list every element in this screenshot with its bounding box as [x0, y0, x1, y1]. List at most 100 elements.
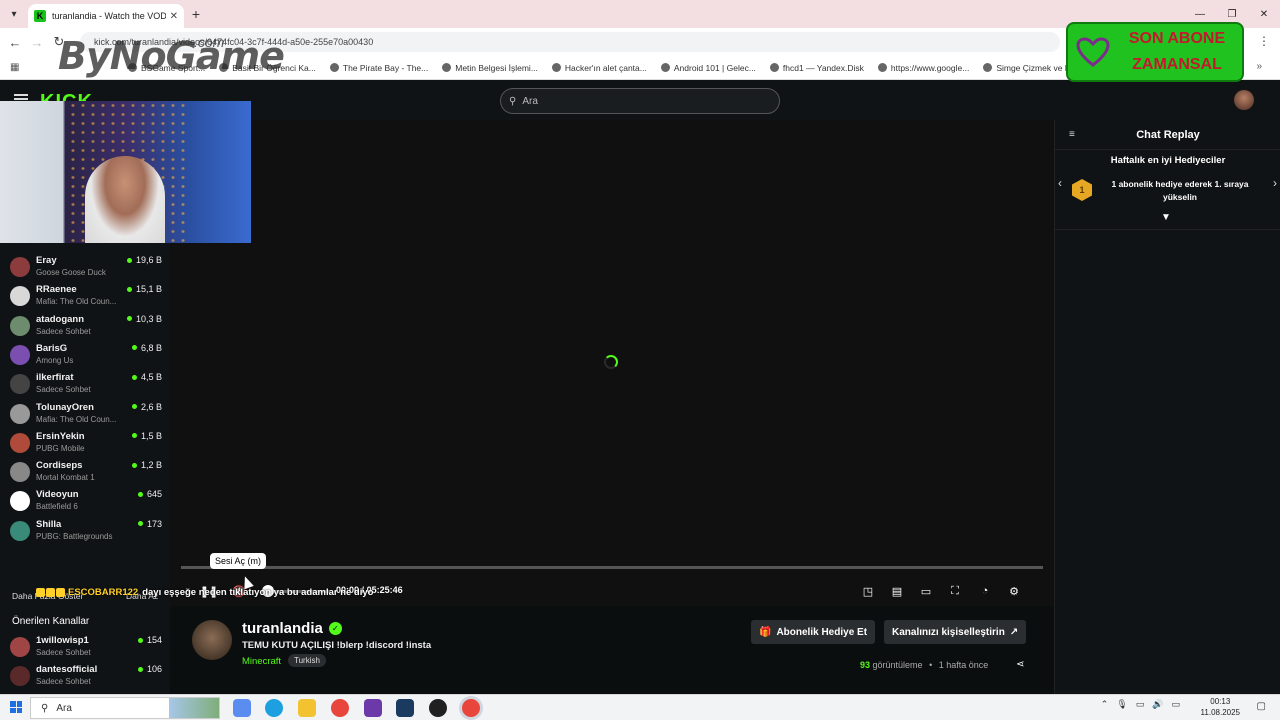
back-icon[interactable]: ← — [4, 35, 26, 50]
customize-channel-button[interactable]: Kanalınızı kişiselleştirin ↗ — [884, 620, 1027, 644]
video-player[interactable]: Sesi Aç (m) ❚❚ 🔇 00:00 / 05:25:46 ◳ ▤ ▭ … — [170, 120, 1054, 606]
channel-game: Mafia: The Old Coun... — [36, 297, 117, 307]
channel-avatar — [10, 403, 30, 424]
theater-mode-icon[interactable]: ▭ — [916, 581, 936, 601]
channel-avatar — [10, 286, 30, 307]
watermark-logo: ByNoGame — [58, 34, 285, 78]
channel-avatar[interactable] — [192, 620, 232, 660]
sidebar-channel-item[interactable]: Videoyun Battlefield 6 645 — [10, 487, 162, 516]
channel-game: Sadece Sohbet — [36, 326, 91, 336]
bookmark-item[interactable]: Metin Belgesi İşlemi... — [442, 63, 538, 73]
steam-icon[interactable] — [396, 699, 414, 717]
bookmark-item[interactable]: fhcd1 — Yandex.Disk — [769, 63, 864, 73]
bookmark-item[interactable]: Android 101 | Gelec... — [660, 63, 756, 73]
notification-icon[interactable]: ▢ — [1257, 701, 1266, 712]
channel-avatar — [10, 666, 30, 687]
chrome-active-icon[interactable] — [462, 699, 480, 717]
close-window-icon[interactable]: ✕ — [1248, 0, 1280, 28]
network-icon[interactable]: ▭ — [1136, 699, 1145, 710]
last-subscriber-widget: SON ABONE ZAMANSAL — [1066, 22, 1244, 82]
chevron-left-icon[interactable]: ‹ — [1058, 176, 1062, 190]
browser-menu-icon[interactable]: ⋮ — [1258, 34, 1270, 48]
overlay-chat-text: dayı eşşeğe neden tıklatıyon ya bu adaml… — [142, 587, 374, 598]
bookmark-item[interactable]: Hacker'ın alet çanta... — [551, 63, 647, 73]
search-input[interactable]: ⚲ Ara — [500, 88, 780, 114]
new-tab-icon[interactable]: + — [184, 6, 208, 22]
settings-gear-icon[interactable]: ⚙ — [1004, 581, 1024, 601]
speaker-icon[interactable]: 🔊 — [1152, 699, 1163, 710]
recommended-title: Önerilen Kanallar — [12, 616, 90, 627]
more-bookmarks-icon[interactable]: » — [1256, 61, 1262, 72]
browser-tab[interactable]: K turanlandia - Watch the VOD o ✕ — [28, 4, 184, 28]
sidebar-channel-item[interactable]: BarisG Among Us 6,8 B — [10, 341, 162, 370]
forward-icon[interactable]: → — [26, 35, 48, 50]
viewer-count: 154 — [137, 635, 162, 645]
sidebar-channel-item[interactable]: Cordiseps Mortal Kombat 1 1,2 B — [10, 458, 162, 487]
category-link[interactable]: Minecraft — [242, 656, 281, 667]
sidebar-channel-item[interactable]: atadogann Sadece Sohbet 10,3 B — [10, 312, 162, 341]
sidebar-channel-item[interactable]: 1willowisp1 Sadece Sohbet 154 — [10, 633, 162, 662]
overlay-chat-message: ESCOBARR122 dayı eşşeğe neden tıklatıyon… — [36, 587, 373, 598]
clock[interactable]: 00:13 11.08.2025 — [1201, 696, 1240, 718]
file-explorer-icon[interactable] — [298, 699, 316, 717]
channel-name: BarisG — [36, 342, 68, 354]
user-avatar[interactable] — [1234, 90, 1254, 110]
menu-icon[interactable] — [14, 94, 28, 96]
search-icon: ⚲ — [41, 702, 49, 714]
channel-info: turanlandia ✓ TEMU KUTU AÇILIŞI !blerp !… — [170, 606, 1054, 694]
sidebar-channel-item[interactable]: ilkerfirat Sadece Sohbet 4,5 B — [10, 370, 162, 399]
bookmark-icon — [329, 63, 339, 72]
sidebar-channel-item[interactable]: ErsinYekin PUBG Mobile 1,5 B — [10, 429, 162, 458]
channel-name[interactable]: turanlandia ✓ — [242, 620, 342, 637]
mini-player-icon[interactable]: ◳ — [858, 581, 878, 601]
live-dot-icon — [137, 666, 143, 672]
watermark-suffix: .com — [194, 34, 225, 50]
fullscreen-icon[interactable]: ⛶ — [945, 581, 965, 601]
channel-name: TolunayOren — [36, 401, 94, 413]
views-label: görüntüleme — [872, 660, 923, 670]
chevron-up-icon[interactable]: ⌃ — [1101, 699, 1109, 710]
live-dot-icon — [126, 316, 132, 322]
apps-grid-icon[interactable]: ▦ — [10, 62, 30, 73]
battery-icon[interactable]: ▭ — [1171, 699, 1180, 710]
playback-speed-icon[interactable]: ◔ — [975, 581, 995, 601]
chrome-icon[interactable] — [331, 699, 349, 717]
viewer-count: 1,2 B — [131, 460, 162, 470]
channel-name: atadogann — [36, 313, 85, 325]
seek-bar[interactable] — [181, 566, 1043, 569]
tab-search-icon[interactable]: ▾ — [0, 0, 28, 28]
bookmark-item[interactable]: https://www.google... — [877, 63, 969, 73]
bookmark-item[interactable]: The Pirate Bay - The... — [329, 63, 428, 73]
channel-avatar — [10, 344, 30, 365]
language-tag[interactable]: Turkish — [288, 654, 326, 667]
edge-icon[interactable] — [265, 699, 283, 717]
screen: ▾ K turanlandia - Watch the VOD o ✕ + — … — [0, 0, 1280, 720]
discord-icon[interactable] — [364, 699, 382, 717]
windows-start-icon[interactable] — [10, 701, 22, 713]
channel-name: ilkerfirat — [36, 372, 74, 384]
sidebar-channel-item[interactable]: TolunayOren Mafia: The Old Coun... 2,6 B — [10, 400, 162, 429]
sidebar-channel-item[interactable]: RRaenee Mafia: The Old Coun... 15,1 B — [10, 282, 162, 311]
copilot-icon[interactable] — [233, 699, 251, 717]
live-dot-icon — [131, 404, 137, 409]
taskbar-search[interactable]: ⚲ Ara — [30, 697, 220, 719]
channel-avatar — [10, 315, 30, 336]
sidebar-channel-item[interactable]: dantesofficial Sadece Sohbet 106 — [10, 662, 162, 691]
clip-icon[interactable]: ▤ — [887, 581, 907, 601]
channel-game: Sadece Sohbet — [36, 677, 91, 687]
microphone-icon[interactable]: 🎙 — [1116, 699, 1127, 710]
viewer-count: 106 — [137, 664, 162, 674]
gift-sub-button[interactable]: 🎁 Abonelik Hediye Et — [751, 620, 876, 644]
close-tab-icon[interactable]: ✕ — [170, 11, 178, 22]
collapse-leaderboard-icon[interactable]: ▼ — [1161, 212, 1171, 223]
viewer-count: 1,5 B — [131, 431, 162, 441]
divider — [1055, 229, 1280, 230]
share-icon[interactable]: ⋖ — [1016, 659, 1024, 670]
obs-icon[interactable] — [429, 699, 447, 717]
gifters-title: Haftalık en iyi Hediyeciler — [1110, 155, 1226, 166]
chevron-right-icon[interactable]: › — [1273, 176, 1277, 190]
sidebar-channel-item[interactable]: Shilla PUBG: Battlegrounds 173 — [10, 517, 162, 546]
sidebar-channel-item[interactable]: Eray Goose Goose Duck 19,6 B — [10, 253, 162, 282]
bookmark-icon — [983, 63, 993, 72]
live-dot-icon — [137, 491, 143, 497]
